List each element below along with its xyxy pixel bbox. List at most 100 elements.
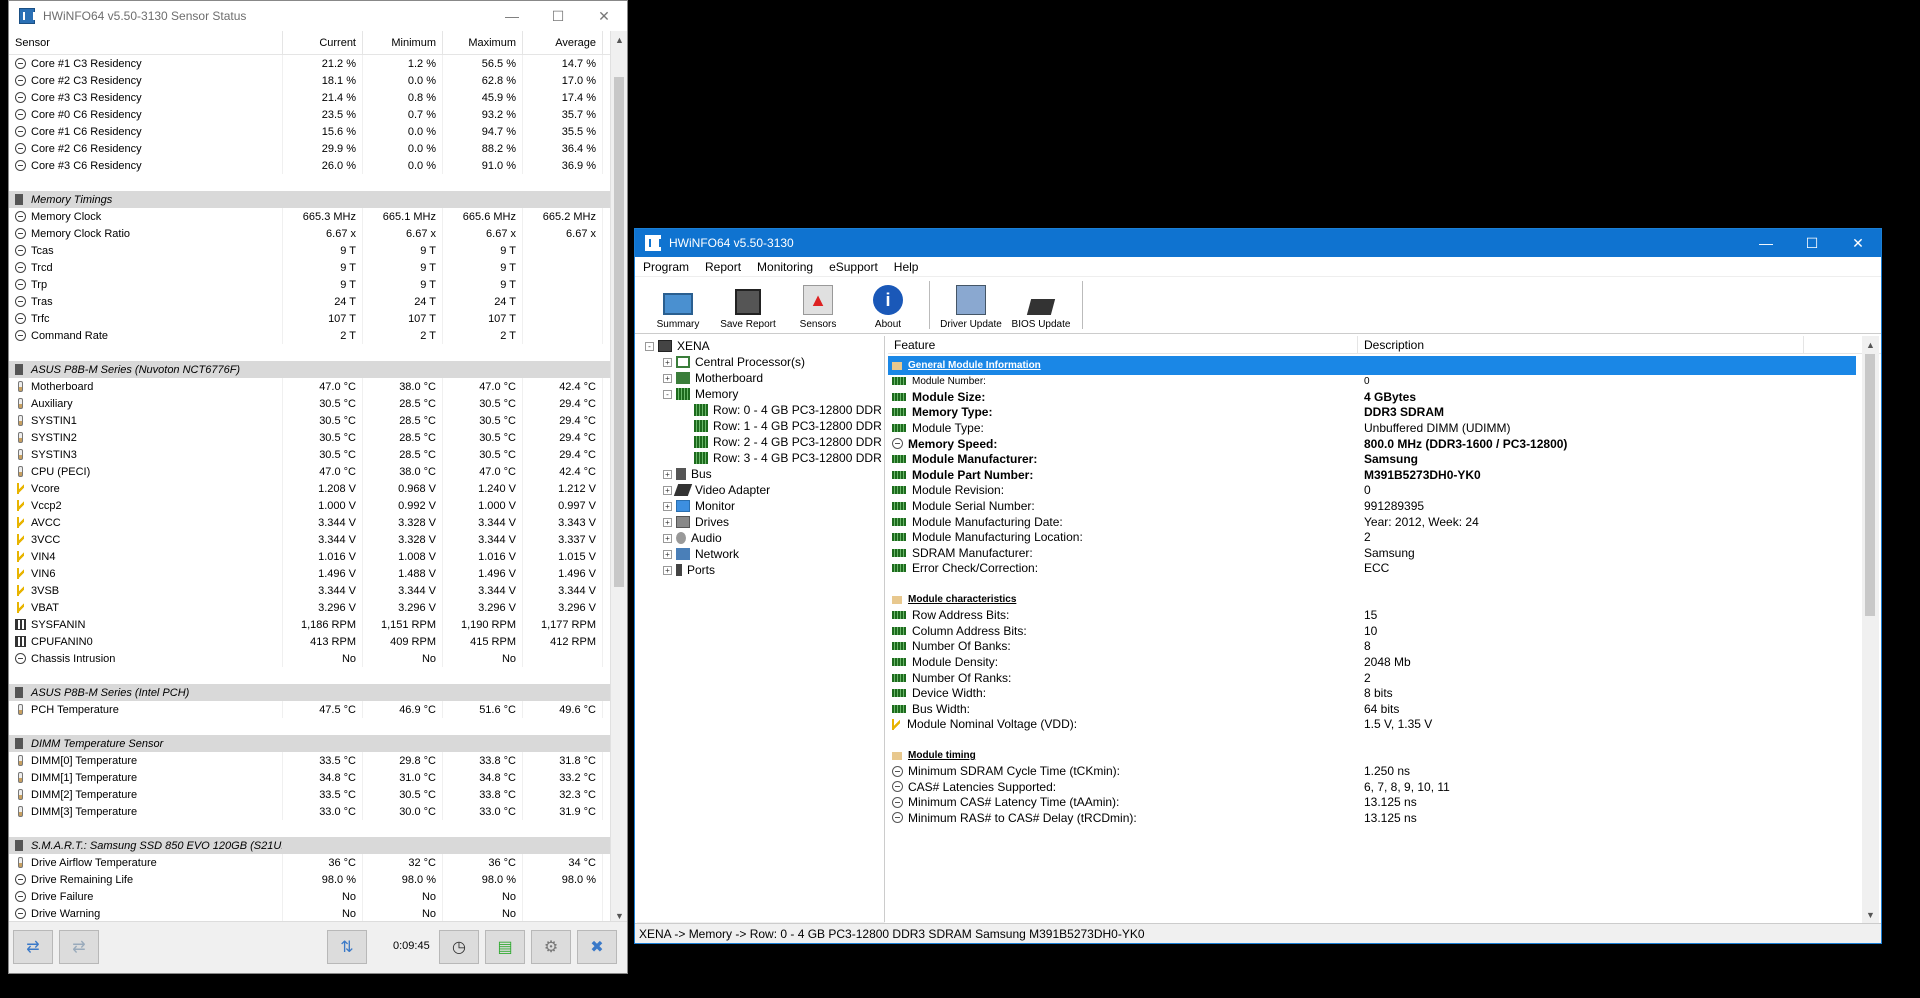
sensor-row[interactable]: Memory Clock 665.3 MHz 665.1 MHz 665.6 MHz 6… (9, 208, 613, 225)
scrollbar-thumb[interactable] (614, 77, 624, 587)
sensor-row[interactable]: Drive Failure No No No (9, 888, 613, 905)
sensor-row[interactable]: Trfc 107 T 107 T 107 T (9, 310, 613, 327)
sensor-row[interactable]: Drive Airflow Temperature 36 °C 32 °C 36 °C… (9, 854, 613, 871)
sensor-row[interactable]: DIMM[0] Temperature 33.5 °C 29.8 °C 33.8 °C… (9, 752, 613, 769)
expand-plus-icon[interactable]: + (663, 373, 672, 383)
about-button[interactable]: i About (853, 277, 923, 333)
sensor-row[interactable]: Core #3 C3 Residency 21.4 % 0.8 % 45.9 % 17.… (9, 89, 613, 106)
sensor-group-header[interactable]: ASUS P8B-M Series (Intel PCH) (9, 684, 613, 701)
sensor-row[interactable]: Vcore 1.208 V 0.968 V 1.240 V 1.212 V (9, 480, 613, 497)
tree-node[interactable]: - Memory (663, 386, 738, 402)
sensor-row[interactable]: Memory Clock Ratio 6.67 x 6.67 x 6.67 x 6.67… (9, 225, 613, 242)
sensor-row[interactable]: Chassis Intrusion No No No (9, 650, 613, 667)
detail-vertical-scrollbar[interactable]: ▲ ▼ (1862, 336, 1879, 923)
summary-button[interactable]: Summary (643, 277, 713, 333)
navigate-arrows-disabled-button[interactable]: ⇄ (59, 930, 99, 964)
sensor-row[interactable]: DIMM[3] Temperature 33.0 °C 30.0 °C 33.0 °C… (9, 803, 613, 820)
tree-node[interactable]: + Bus (663, 466, 712, 482)
sensor-group-header[interactable]: Memory Timings (9, 191, 613, 208)
sensor-row[interactable]: Tras 24 T 24 T 24 T (9, 293, 613, 310)
menu-report[interactable]: Report (697, 260, 749, 274)
sensor-row[interactable]: Core #1 C6 Residency 15.6 % 0.0 % 94.7 % 35.… (9, 123, 613, 140)
close-sensors-button[interactable]: ✖ (577, 930, 617, 964)
sensor-row[interactable]: VBAT 3.296 V 3.296 V 3.296 V 3.296 V (9, 599, 613, 616)
sensor-row[interactable]: CPUFANIN0 413 RPM 409 RPM 415 RPM 412 RPM (9, 633, 613, 650)
sensor-row[interactable]: AVCC 3.344 V 3.328 V 3.344 V 3.343 V (9, 514, 613, 531)
column-header-description[interactable]: Description (1358, 336, 1804, 353)
sensor-row[interactable]: PCH Temperature 47.5 °C 46.9 °C 51.6 °C 49.6… (9, 701, 613, 718)
sensor-group-header[interactable]: DIMM Temperature Sensor (9, 735, 613, 752)
close-button[interactable]: ✕ (581, 1, 627, 31)
settings-button[interactable]: ⚙ (531, 930, 571, 964)
detail-row[interactable]: Error Check/Correction: ECC (888, 559, 1858, 578)
clock-button[interactable]: ◷ (439, 930, 479, 964)
sensor-row[interactable]: Vccp2 1.000 V 0.992 V 1.000 V 0.997 V (9, 497, 613, 514)
sensor-row[interactable]: 3VCC 3.344 V 3.328 V 3.344 V 3.337 V (9, 531, 613, 548)
sensor-row[interactable]: VIN4 1.016 V 1.008 V 1.016 V 1.015 V (9, 548, 613, 565)
column-header-current[interactable]: Current (283, 31, 363, 54)
sensor-row[interactable]: SYSFANIN 1,186 RPM 1,151 RPM 1,190 RPM 1,177… (9, 616, 613, 633)
sensor-row[interactable]: Tcas 9 T9 T9 T (9, 242, 613, 259)
maximize-button[interactable]: ☐ (1789, 229, 1835, 257)
menu-help[interactable]: Help (886, 260, 927, 274)
expand-plus-icon[interactable]: + (663, 357, 672, 367)
sensor-row[interactable]: SYSTIN2 30.5 °C 28.5 °C 30.5 °C 29.4 °C (9, 429, 613, 446)
tree-node[interactable]: + Motherboard (663, 370, 763, 386)
device-tree[interactable]: - XENA + Central Processor(s) + Motherboard - M… (637, 336, 885, 924)
expand-plus-icon[interactable]: + (663, 517, 672, 527)
sensor-row[interactable]: Command Rate 2 T2 T2 T (9, 327, 613, 344)
expand-plus-icon[interactable]: + (663, 565, 672, 575)
tree-node[interactable]: Row: 2 - 4 GB PC3-12800 DDR (681, 434, 882, 450)
expand-plus-icon[interactable]: + (663, 501, 672, 511)
tree-node[interactable]: + Network (663, 546, 739, 562)
sensor-group-header[interactable]: ASUS P8B-M Series (Nuvoton NCT6776F) (9, 361, 613, 378)
main-window-titlebar[interactable]: HWiNFO64 v5.50-3130 — ☐ ✕ (635, 229, 1881, 257)
scroll-down-arrow-icon[interactable]: ▼ (1862, 906, 1879, 923)
sensor-row[interactable]: Trp 9 T9 T9 T (9, 276, 613, 293)
column-header-minimum[interactable]: Minimum (363, 31, 443, 54)
bios-update-button[interactable]: BIOS Update (1006, 277, 1076, 333)
expand-plus-icon[interactable]: + (663, 469, 672, 479)
sensor-row[interactable]: Trcd 9 T9 T9 T (9, 259, 613, 276)
sensor-row[interactable]: DIMM[1] Temperature 34.8 °C 31.0 °C 34.8 °C… (9, 769, 613, 786)
sensor-row[interactable]: 3VSB 3.344 V 3.344 V 3.344 V 3.344 V (9, 582, 613, 599)
sensor-row[interactable]: DIMM[2] Temperature 33.5 °C 30.5 °C 33.8 °C… (9, 786, 613, 803)
tree-node[interactable]: + Central Processor(s) (663, 354, 805, 370)
menu-esupport[interactable]: eSupport (821, 260, 886, 274)
column-header-average[interactable]: Average (523, 31, 603, 54)
sensor-row[interactable]: Core #3 C6 Residency 26.0 % 0.0 % 91.0 % 36.… (9, 157, 613, 174)
sensor-window-titlebar[interactable]: HWiNFO64 v5.50-3130 Sensor Status — ☐ ✕ (9, 1, 627, 31)
sensors-button[interactable]: ▲ Sensors (783, 277, 853, 333)
sensor-row[interactable]: SYSTIN3 30.5 °C 28.5 °C 30.5 °C 29.4 °C (9, 446, 613, 463)
maximize-button[interactable]: ☐ (535, 1, 581, 31)
scroll-up-arrow-icon[interactable]: ▲ (1862, 336, 1879, 353)
collapse-minus-icon[interactable]: - (645, 341, 654, 351)
sensor-row[interactable]: Core #2 C6 Residency 29.9 % 0.0 % 88.2 % 36.… (9, 140, 613, 157)
sensor-row[interactable]: Motherboard 47.0 °C 38.0 °C 47.0 °C 42.4 °C (9, 378, 613, 395)
expand-plus-icon[interactable]: + (663, 533, 672, 543)
expand-plus-icon[interactable]: + (663, 549, 672, 559)
minimize-button[interactable]: — (1743, 229, 1789, 257)
sensor-row[interactable]: Core #2 C3 Residency 18.1 % 0.0 % 62.8 % 17.… (9, 72, 613, 89)
tree-node[interactable]: + Drives (663, 514, 729, 530)
detail-row[interactable]: Module Nominal Voltage (VDD): 1.5 V, 1.35… (888, 715, 1858, 734)
scrollbar-thumb[interactable] (1865, 354, 1875, 616)
sensor-row[interactable]: CPU (PECI) 47.0 °C 38.0 °C 47.0 °C 42.4 °C (9, 463, 613, 480)
sensor-group-header[interactable]: S.M.A.R.T.: Samsung SSD 850 EVO 120GB (S… (9, 837, 613, 854)
scroll-up-arrow-icon[interactable]: ▲ (611, 31, 628, 48)
sensor-row[interactable]: SYSTIN1 30.5 °C 28.5 °C 30.5 °C 29.4 °C (9, 412, 613, 429)
collapse-minus-icon[interactable]: - (663, 389, 672, 399)
menu-monitoring[interactable]: Monitoring (749, 260, 821, 274)
minimize-button[interactable]: — (489, 1, 535, 31)
tree-node[interactable]: + Video Adapter (663, 482, 770, 498)
menu-program[interactable]: Program (635, 260, 697, 274)
sensor-vertical-scrollbar[interactable]: ▲ ▼ (610, 31, 627, 924)
close-button[interactable]: ✕ (1835, 229, 1881, 257)
column-header-sensor[interactable]: Sensor (9, 31, 283, 54)
sensor-row[interactable]: Drive Warning No No No (9, 905, 613, 922)
log-button[interactable]: ▤ (485, 930, 525, 964)
driver-update-button[interactable]: Driver Update (936, 277, 1006, 333)
tree-node[interactable]: Row: 3 - 4 GB PC3-12800 DDR (681, 450, 882, 466)
network-button[interactable]: ⇅ (327, 930, 367, 964)
navigate-arrows-button[interactable]: ⇄ (13, 930, 53, 964)
